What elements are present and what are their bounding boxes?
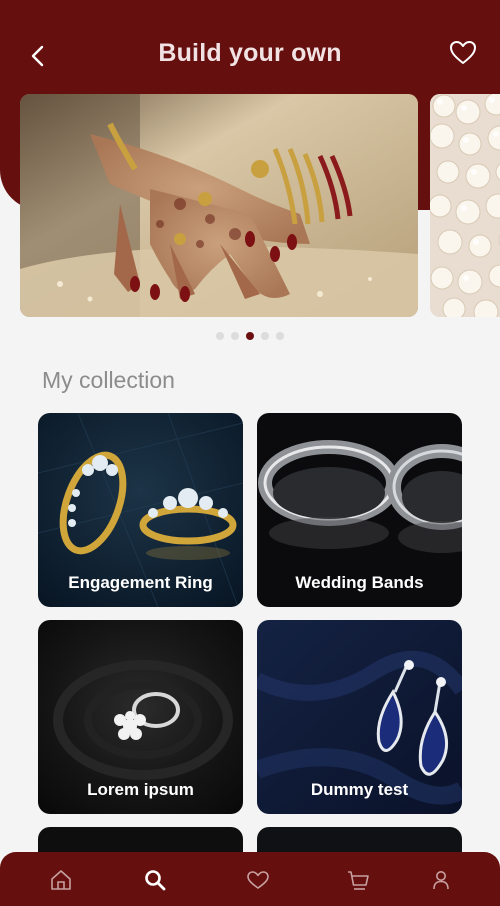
home-icon: [51, 870, 71, 890]
page-title: Build your own: [158, 38, 342, 67]
heart-icon: [247, 871, 269, 889]
nav-cart[interactable]: [345, 867, 371, 893]
collection-card-dummy-test[interactable]: Dummy test: [257, 620, 462, 814]
nav-profile[interactable]: [428, 867, 454, 893]
pagination-dot[interactable]: [276, 332, 284, 340]
top-bar: Build your own: [0, 22, 500, 82]
pearls-image: [430, 94, 500, 317]
nav-search[interactable]: [142, 867, 168, 893]
card-label: Lorem ipsum: [87, 780, 194, 799]
user-icon: [433, 871, 449, 890]
nav-home[interactable]: [48, 867, 74, 893]
heart-icon: [450, 41, 476, 64]
pagination-dot[interactable]: [216, 332, 224, 340]
mehndi-hands-image: [20, 94, 418, 317]
bottom-navigation: [0, 852, 500, 906]
collection-card-lorem-ipsum[interactable]: Lorem ipsum: [38, 620, 243, 814]
hero-carousel[interactable]: [20, 94, 500, 318]
nav-wishlist[interactable]: [245, 867, 271, 893]
carousel-slide-mehndi-hands[interactable]: [20, 94, 418, 317]
section-title: My collection: [42, 367, 175, 393]
chevron-left-icon: [31, 45, 44, 67]
collection-card-wedding-bands[interactable]: Wedding Bands: [257, 413, 462, 607]
card-label: Dummy test: [310, 780, 409, 799]
carousel-slide-pearls[interactable]: [430, 94, 500, 317]
search-icon: [145, 870, 166, 891]
collection-card-engagement-ring[interactable]: Engagement Ring: [38, 413, 243, 607]
back-button[interactable]: [24, 42, 52, 70]
card-label: Engagement Ring: [68, 573, 213, 592]
pagination-dot[interactable]: [231, 332, 239, 340]
pagination-dot[interactable]: [261, 332, 269, 340]
wishlist-button[interactable]: [448, 38, 478, 68]
card-label: Wedding Bands: [295, 573, 424, 592]
carousel-pagination: [0, 332, 500, 340]
cart-icon: [348, 871, 369, 890]
pagination-dot-active[interactable]: [246, 332, 254, 340]
